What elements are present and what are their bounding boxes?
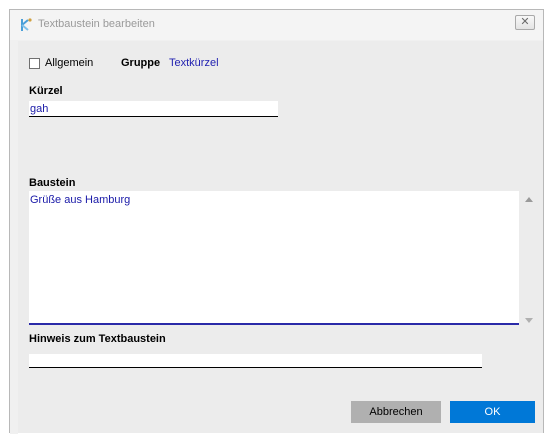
title-bar[interactable]: Textbaustein bearbeiten ✕ [10, 10, 543, 40]
kuerzel-label: Kürzel [29, 85, 63, 97]
window-border [10, 40, 18, 434]
kuerzel-input[interactable]: gah [29, 101, 278, 117]
close-button[interactable]: ✕ [515, 15, 535, 30]
baustein-textarea[interactable]: Grüße aus Hamburg [29, 191, 519, 325]
ok-button[interactable]: OK [450, 401, 535, 423]
allgemein-checkbox[interactable] [29, 58, 40, 69]
cancel-button[interactable]: Abbrechen [351, 401, 441, 423]
baustein-label: Baustein [29, 177, 76, 189]
scroll-up-icon[interactable] [525, 197, 533, 202]
gruppe-label: Gruppe [121, 57, 161, 69]
app-icon [21, 18, 32, 31]
gruppe-value: Textkürzel [169, 57, 219, 69]
close-icon: ✕ [520, 16, 530, 28]
window-title: Textbaustein bearbeiten [38, 18, 155, 30]
baustein-scrollbar[interactable] [523, 193, 536, 323]
scroll-down-icon[interactable] [525, 318, 533, 323]
allgemein-label: Allgemein [45, 57, 94, 69]
hinweis-input[interactable] [29, 354, 482, 368]
hinweis-label: Hinweis zum Textbaustein [29, 333, 166, 345]
dialog-content: Allgemein Gruppe Textkürzel Kürzel gah B… [18, 41, 543, 433]
dialog-window: Textbaustein bearbeiten ✕ Allgemein Grup… [9, 9, 544, 434]
